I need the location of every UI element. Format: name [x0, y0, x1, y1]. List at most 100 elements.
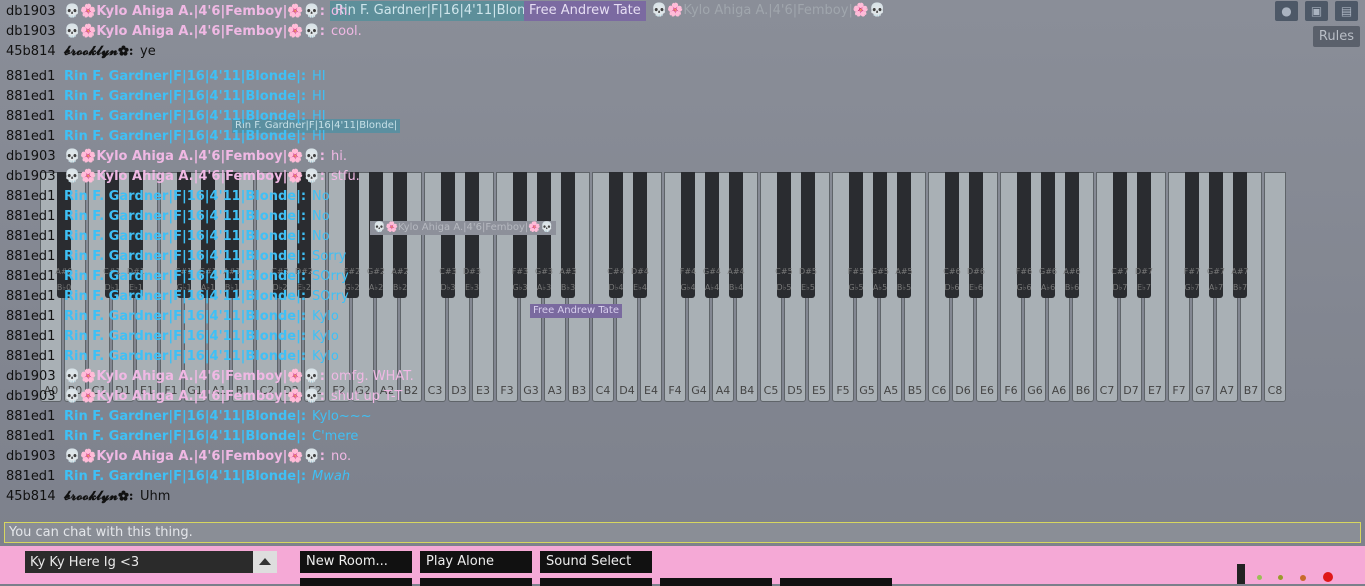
- black-key[interactable]: F#7 G♭7: [1184, 172, 1200, 298]
- user-id: 881ed1: [6, 429, 56, 444]
- key-label: G5: [859, 384, 875, 397]
- black-key[interactable]: A#4 B♭4: [727, 172, 745, 298]
- black-key[interactable]: A#7 B♭7: [1231, 172, 1249, 298]
- message-text: Mwah: [312, 469, 351, 484]
- chat-message: db1903 💀🌸Kylo Ahiga A.|4'6|Femboy|🌸💀: cool…: [0, 22, 700, 42]
- user-name[interactable]: 💀🌸Kylo Ahiga A.|4'6|Femboy|🌸💀:: [64, 447, 325, 467]
- black-key[interactable]: G#7 A♭7: [1207, 172, 1225, 298]
- key-label: E♭7: [1137, 283, 1151, 292]
- play-alone-button[interactable]: Play Alone: [420, 551, 532, 573]
- black-key[interactable]: G#5 A♭5: [871, 172, 889, 298]
- room-select[interactable]: Ky Ky Here Ig <3: [25, 551, 277, 573]
- toolbar-button-row2[interactable]: [300, 578, 412, 586]
- user-name[interactable]: Rin F. Gardner|F|16|4'11|Blonde|:: [64, 327, 306, 347]
- discord-icon[interactable]: ▣: [1305, 1, 1328, 21]
- user-name[interactable]: Rin F. Gardner|F|16|4'11|Blonde|:: [64, 87, 306, 107]
- key-label: C6: [931, 384, 947, 397]
- user-name[interactable]: 💀🌸Kylo Ahiga A.|4'6|Femboy|🌸💀:: [64, 387, 325, 407]
- user-id: 881ed1: [6, 469, 56, 484]
- key-label: D♭5: [776, 283, 792, 292]
- black-key[interactable]: D#6 E♭6: [967, 172, 985, 298]
- user-name[interactable]: 💀🌸Kylo Ahiga A.|4'6|Femboy|🌸💀:: [64, 147, 325, 167]
- black-key[interactable]: F#5 G♭5: [848, 172, 864, 298]
- key-label: A#7: [1231, 267, 1249, 276]
- user-id: 881ed1: [6, 89, 56, 104]
- key-label: A♭5: [872, 283, 888, 292]
- white-key[interactable]: C8: [1264, 172, 1286, 402]
- user-id: 881ed1: [6, 189, 56, 204]
- key-label: F#5: [847, 267, 865, 276]
- black-key[interactable]: C#5 D♭5: [775, 172, 793, 298]
- chat-message: 881ed1 Rin F. Gardner|F|16|4'11|Blonde|: S…: [0, 287, 700, 307]
- new-room-button[interactable]: New Room...: [300, 551, 412, 573]
- sound-select-button[interactable]: Sound Select: [540, 551, 652, 573]
- key-label: B♭5: [896, 283, 912, 292]
- black-key[interactable]: C#7 D♭7: [1111, 172, 1129, 298]
- user-name[interactable]: 𝓫𝓻𝓸𝓸𝓴𝓵𝔂𝓷✿:: [64, 487, 134, 507]
- black-key[interactable]: C#6 D♭6: [943, 172, 961, 298]
- user-name[interactable]: 💀🌸Kylo Ahiga A.|4'6|Femboy|🌸💀:: [64, 167, 325, 187]
- user-name[interactable]: Rin F. Gardner|F|16|4'11|Blonde|:: [64, 227, 306, 247]
- user-id: 881ed1: [6, 269, 56, 284]
- key-label: G#7: [1207, 267, 1225, 276]
- black-key[interactable]: F#6 G♭6: [1016, 172, 1032, 298]
- black-key[interactable]: G#4 A♭4: [703, 172, 721, 298]
- user-name[interactable]: Rin F. Gardner|F|16|4'11|Blonde|:: [64, 287, 306, 307]
- black-key[interactable]: D#7 E♭7: [1135, 172, 1153, 298]
- user-name[interactable]: Rin F. Gardner|F|16|4'11|Blonde|:: [64, 267, 306, 287]
- user-name[interactable]: 💀🌸Kylo Ahiga A.|4'6|Femboy|🌸💀:: [64, 22, 325, 42]
- volume-slider[interactable]: [1237, 564, 1245, 584]
- black-key[interactable]: A#6 B♭6: [1063, 172, 1081, 298]
- user-id: db1903: [6, 389, 56, 404]
- black-key[interactable]: D#5 E♭5: [799, 172, 817, 298]
- reddit-icon[interactable]: ●: [1275, 1, 1298, 21]
- key-label: D5: [787, 384, 803, 397]
- user-name[interactable]: Rin F. Gardner|F|16|4'11|Blonde|:: [64, 127, 306, 147]
- chat-message: db1903 💀🌸Kylo Ahiga A.|4'6|Femboy|🌸💀: shut…: [0, 387, 700, 407]
- message-text: SOrry: [312, 289, 349, 304]
- rules-button[interactable]: Rules: [1312, 26, 1360, 47]
- key-label: C5: [763, 384, 779, 397]
- key-label: D♭7: [1112, 283, 1128, 292]
- chat-message: 881ed1 Rin F. Gardner|F|16|4'11|Blonde|: H…: [0, 107, 700, 127]
- user-name[interactable]: Rin F. Gardner|F|16|4'11|Blonde|:: [64, 67, 306, 87]
- key-label: E♭5: [801, 283, 815, 292]
- user-name[interactable]: Rin F. Gardner|F|16|4'11|Blonde|:: [64, 187, 306, 207]
- user-name[interactable]: Rin F. Gardner|F|16|4'11|Blonde|:: [64, 427, 306, 447]
- key-label: A5: [883, 384, 899, 397]
- window-icon[interactable]: ▤: [1335, 1, 1358, 21]
- key-label: G♭6: [1016, 283, 1032, 292]
- chevron-up-icon[interactable]: [253, 551, 277, 573]
- toolbar-button-row2[interactable]: [660, 578, 772, 586]
- chat-input[interactable]: You can chat with this thing.: [4, 522, 1361, 543]
- user-name[interactable]: Rin F. Gardner|F|16|4'11|Blonde|:: [64, 407, 306, 427]
- user-name[interactable]: Rin F. Gardner|F|16|4'11|Blonde|:: [64, 307, 306, 327]
- key-label: B♭4: [728, 283, 744, 292]
- key-label: C#7: [1111, 267, 1129, 276]
- key-label: F5: [836, 384, 850, 397]
- message-text: No: [312, 229, 330, 244]
- record-dot[interactable]: [1323, 572, 1333, 582]
- user-name[interactable]: Rin F. Gardner|F|16|4'11|Blonde|:: [64, 207, 306, 227]
- user-id: 881ed1: [6, 349, 56, 364]
- key-label: D6: [955, 384, 971, 397]
- toolbar-button-row2[interactable]: [540, 578, 652, 586]
- black-key[interactable]: G#6 A♭6: [1039, 172, 1057, 298]
- message-text: SOrry: [312, 269, 349, 284]
- black-key[interactable]: A#5 B♭5: [895, 172, 913, 298]
- message-text: no.: [331, 449, 352, 464]
- user-id: 881ed1: [6, 109, 56, 124]
- user-name[interactable]: Rin F. Gardner|F|16|4'11|Blonde|:: [64, 107, 306, 127]
- user-name[interactable]: 𝓫𝓻𝓸𝓸𝓴𝓵𝔂𝓷✿:: [64, 42, 134, 62]
- user-name[interactable]: Rin F. Gardner|F|16|4'11|Blonde|:: [64, 247, 306, 267]
- user-id: 881ed1: [6, 249, 56, 264]
- user-name[interactable]: Rin F. Gardner|F|16|4'11|Blonde|:: [64, 347, 306, 367]
- user-name[interactable]: 💀🌸Kylo Ahiga A.|4'6|Femboy|🌸💀:: [64, 367, 325, 387]
- toolbar-button-row2[interactable]: [420, 578, 532, 586]
- user-name[interactable]: 💀🌸Kylo Ahiga A.|4'6|Femboy|🌸💀:: [64, 2, 325, 22]
- toolbar-button-row2[interactable]: [780, 578, 892, 586]
- user-name[interactable]: Rin F. Gardner|F|16|4'11|Blonde|:: [64, 467, 306, 487]
- key-label: F6: [1004, 384, 1018, 397]
- user-id: 881ed1: [6, 309, 56, 324]
- chat-message: 881ed1 Rin F. Gardner|F|16|4'11|Blonde|: H…: [0, 67, 700, 87]
